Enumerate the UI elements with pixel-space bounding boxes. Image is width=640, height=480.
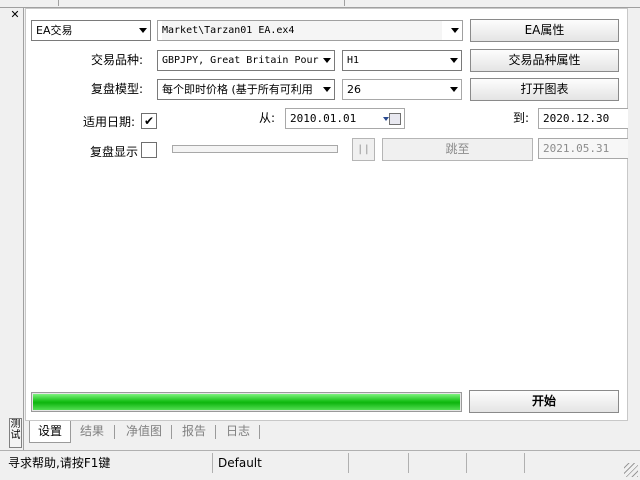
chevron-down-icon: [323, 87, 331, 92]
to-date-value: 2020.12.30: [543, 112, 610, 125]
chevron-down-icon: [450, 58, 458, 63]
spread-value: 26: [347, 83, 361, 96]
symbol-value: GBPJPY, Great Britain Pour: [162, 55, 319, 66]
expert-path-select[interactable]: Market\Tarzan01 EA.ex4: [157, 20, 463, 41]
progress-fill: [33, 394, 460, 410]
from-label: 从:: [259, 111, 276, 125]
status-profile: Default: [212, 453, 348, 473]
chevron-down-icon: [323, 58, 331, 63]
tab-equity-graph[interactable]: 净值图: [119, 421, 169, 443]
use-date-checkbox[interactable]: ✔: [141, 113, 157, 129]
from-date-picker[interactable]: 2010.01.01: [285, 108, 405, 129]
skip-date-value: 2021.05.31: [543, 142, 610, 155]
chevron-down-icon: [139, 28, 147, 33]
to-date-picker[interactable]: 2020.12.30: [538, 108, 628, 129]
side-tab-tester[interactable]: 测试: [9, 418, 22, 448]
model-select[interactable]: 每个即时价格 (基于所有可利用: [157, 79, 335, 100]
chevron-down-icon: [451, 28, 459, 33]
tester-settings-panel: EA交易 Market\Tarzan01 EA.ex4 EA属性 交易品种: G…: [25, 8, 628, 421]
chevron-down-icon: [383, 117, 389, 121]
tab-report[interactable]: 报告: [175, 421, 213, 443]
symbol-label: 交易品种:: [91, 53, 144, 67]
expert-type-select[interactable]: EA交易: [31, 20, 151, 41]
frame-divider: [58, 0, 59, 6]
tab-separator: [114, 425, 115, 439]
expert-type-value: EA交易: [36, 24, 73, 37]
expert-path-value: Market\Tarzan01 EA.ex4: [162, 21, 442, 40]
symbol-properties-button[interactable]: 交易品种属性: [470, 49, 619, 72]
calendar-icon: [389, 113, 401, 125]
visual-mode-checkbox[interactable]: [141, 142, 157, 158]
frame-divider: [344, 0, 345, 6]
open-chart-button[interactable]: 打开图表: [470, 78, 619, 101]
status-cell: [348, 453, 408, 473]
period-value: H1: [347, 55, 360, 66]
speed-slider[interactable]: [172, 145, 338, 153]
spread-select[interactable]: 26: [342, 79, 462, 100]
right-frame-edge: [628, 8, 640, 450]
tab-separator: [259, 425, 260, 439]
symbol-select[interactable]: GBPJPY, Great Britain Pour: [157, 50, 335, 71]
period-select[interactable]: H1: [342, 50, 462, 71]
test-progress-bar: [31, 392, 462, 412]
tab-journal[interactable]: 日志: [219, 421, 257, 443]
status-cell: [524, 453, 616, 473]
skip-to-button[interactable]: 跳至: [382, 138, 533, 161]
status-help-text: 寻求帮助,请按F1键: [8, 456, 111, 470]
start-button[interactable]: 开始: [469, 390, 619, 413]
tab-separator: [215, 425, 216, 439]
chevron-down-icon: [450, 87, 458, 92]
use-date-label: 适用日期:: [83, 115, 136, 129]
visual-mode-label: 复盘显示: [90, 145, 139, 159]
status-cell: [466, 453, 524, 473]
tab-results[interactable]: 结果: [73, 421, 111, 443]
to-label: 到:: [513, 111, 530, 125]
close-icon[interactable]: ✕: [9, 8, 21, 22]
expert-properties-button[interactable]: EA属性: [470, 19, 619, 42]
resize-grip-icon[interactable]: [624, 463, 638, 477]
from-date-value: 2010.01.01: [290, 112, 357, 125]
model-value: 每个即时价格 (基于所有可利用: [162, 83, 313, 96]
top-frame-edge: [0, 0, 640, 8]
model-label: 复盘模型:: [91, 82, 144, 96]
tester-tabs: 设置 结果 净值图 报告 日志: [25, 421, 628, 443]
status-bar: 寻求帮助,请按F1键 Default: [0, 450, 640, 480]
tab-separator: [171, 425, 172, 439]
pause-button[interactable]: | |: [352, 138, 375, 161]
tester-side-strip: [0, 8, 24, 450]
skip-date-picker[interactable]: 2021.05.31: [538, 138, 628, 159]
tab-settings[interactable]: 设置: [29, 421, 71, 443]
status-cell: [408, 453, 466, 473]
